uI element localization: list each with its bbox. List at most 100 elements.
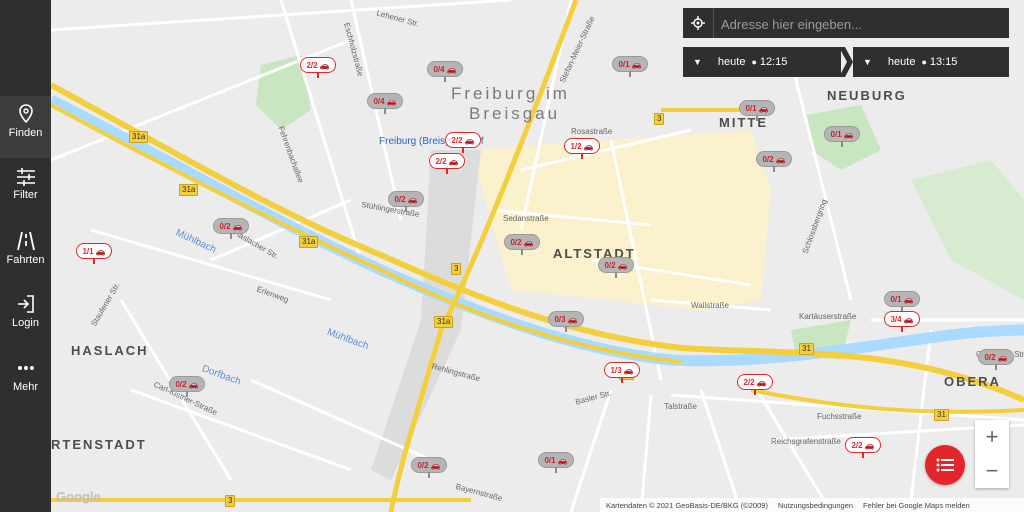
- sidebar-item-finden[interactable]: Finden: [0, 96, 51, 158]
- city-label: Breisgau: [469, 104, 561, 123]
- car-icon: 🚗: [386, 96, 397, 106]
- google-logo: Google: [56, 489, 101, 504]
- login-icon: [17, 295, 34, 313]
- road-shield: 31a: [434, 316, 454, 328]
- clock-icon: ●: [921, 57, 927, 67]
- sidebar-item-label: Fahrten: [6, 254, 45, 266]
- zoom-out-button[interactable]: −: [975, 454, 1009, 488]
- station-pin[interactable]: 1/2 🚗: [564, 138, 600, 159]
- city-label: Freiburg im: [451, 84, 570, 103]
- crosshair-icon: [691, 16, 705, 30]
- district-label: NEUBURG: [827, 88, 907, 103]
- station-pin[interactable]: 0/2 🚗: [411, 457, 447, 478]
- street-label: Talstraße: [664, 402, 697, 411]
- station-pin[interactable]: 0/3 🚗: [548, 311, 584, 332]
- sidebar-item-label: Finden: [8, 127, 43, 139]
- car-icon: 🚗: [843, 129, 854, 139]
- sidebar: Finden Filter Fahrten Login Mehr: [0, 0, 51, 512]
- sidebar-item-filter[interactable]: Filter: [0, 160, 51, 222]
- end-time-select[interactable]: ▼ heute ● 13:15: [853, 47, 1009, 77]
- station-pin[interactable]: 0/2 🚗: [213, 218, 249, 239]
- car-icon: 🚗: [232, 221, 243, 231]
- address-search: [683, 8, 1009, 38]
- car-icon: 🚗: [557, 455, 568, 465]
- car-icon: 🚗: [997, 352, 1008, 362]
- locate-me-button[interactable]: [683, 8, 714, 38]
- chevron-right-icon: [839, 47, 853, 77]
- road-shield: 31: [934, 409, 949, 421]
- list-icon: [936, 458, 954, 472]
- start-time-select[interactable]: ▼ heute ● 12:15: [683, 47, 841, 77]
- road-shield: 31a: [129, 131, 149, 143]
- station-pin[interactable]: 0/4 🚗: [427, 61, 463, 82]
- station-pin[interactable]: 0/2 🚗: [504, 234, 540, 255]
- car-icon: 🚗: [903, 294, 914, 304]
- car-icon: 🚗: [523, 237, 534, 247]
- car-icon: 🚗: [430, 460, 441, 470]
- time-range: ▼ heute ● 12:15 ▼ heute ● 13:15: [683, 47, 1009, 77]
- station-pin[interactable]: 2/2 🚗: [300, 57, 336, 78]
- street-label: Rosastraße: [571, 127, 613, 136]
- street-label: Wallstraße: [691, 301, 729, 310]
- car-icon: 🚗: [188, 379, 199, 389]
- station-pin[interactable]: 0/4 🚗: [367, 93, 403, 114]
- map-attribution: Kartendaten © 2021 GeoBasis-DE/BKG (©200…: [600, 498, 1024, 512]
- station-pin[interactable]: 0/1 🚗: [884, 291, 920, 312]
- terms-link[interactable]: Nutzungsbedingungen: [778, 501, 853, 510]
- map-pin-icon: [18, 104, 33, 124]
- road-shield: 3: [451, 263, 462, 275]
- car-icon: 🚗: [583, 141, 594, 151]
- sidebar-item-fahrten[interactable]: Fahrten: [0, 223, 51, 285]
- station-pin[interactable]: 0/2 🚗: [598, 257, 634, 278]
- station-pin[interactable]: 1/1 🚗: [76, 243, 112, 264]
- list-view-button[interactable]: [925, 445, 965, 485]
- station-pin[interactable]: 2/2 🚗: [429, 153, 465, 174]
- report-error-link[interactable]: Fehler bei Google Maps melden: [863, 501, 970, 510]
- zoom-control: + −: [975, 420, 1009, 488]
- road-shield: 3: [225, 495, 236, 507]
- car-icon: 🚗: [631, 59, 642, 69]
- road-shield: 31a: [299, 236, 319, 248]
- sidebar-item-label: Filter: [13, 189, 38, 201]
- station-pin[interactable]: 0/1 🚗: [739, 100, 775, 121]
- car-icon: 🚗: [617, 260, 628, 270]
- road-icon: [16, 231, 35, 251]
- station-pin[interactable]: 1/3 🚗: [604, 362, 640, 383]
- car-icon: 🚗: [567, 314, 578, 324]
- station-pin[interactable]: 0/2 🚗: [978, 349, 1014, 370]
- sidebar-item-mehr[interactable]: Mehr: [0, 350, 51, 412]
- station-pin[interactable]: 0/1 🚗: [538, 452, 574, 473]
- zoom-in-button[interactable]: +: [975, 420, 1009, 454]
- car-icon: 🚗: [623, 365, 634, 375]
- street-label: Reichsgrafenstraße: [771, 437, 841, 446]
- station-pin[interactable]: 3/4 🚗: [884, 311, 920, 332]
- car-icon: 🚗: [95, 246, 106, 256]
- sidebar-item-label: Mehr: [12, 381, 39, 393]
- station-pin[interactable]: 0/1 🚗: [612, 56, 648, 77]
- car-icon: 🚗: [756, 377, 767, 387]
- search-input[interactable]: [719, 12, 1003, 36]
- map-data-credit: Kartendaten © 2021 GeoBasis-DE/BKG (©200…: [606, 500, 768, 510]
- station-pin[interactable]: 0/2 🚗: [756, 151, 792, 172]
- car-icon: 🚗: [446, 64, 457, 74]
- station-pin[interactable]: 2/2 🚗: [737, 374, 773, 395]
- station-pin[interactable]: 2/2 🚗: [845, 437, 881, 458]
- district-label: HASLACH: [71, 343, 149, 358]
- car-icon: 🚗: [775, 154, 786, 164]
- car-icon: 🚗: [448, 156, 459, 166]
- car-icon: 🚗: [407, 194, 418, 204]
- station-pin[interactable]: 0/2 🚗: [388, 191, 424, 212]
- station-pin[interactable]: 0/1 🚗: [824, 126, 860, 147]
- street-label: Sedanstraße: [503, 214, 549, 223]
- car-icon: 🚗: [758, 103, 769, 113]
- street-label: Fuchsstraße: [817, 412, 862, 421]
- station-pin[interactable]: 2/2 🚗: [445, 132, 481, 153]
- district-label: MITTE: [719, 115, 768, 130]
- more-dots-icon: [17, 366, 34, 370]
- caret-down-icon: ▼: [693, 57, 702, 67]
- car-icon: 🚗: [319, 60, 330, 70]
- sidebar-item-label: Login: [12, 317, 39, 329]
- sidebar-item-login[interactable]: Login: [0, 286, 51, 348]
- station-pin[interactable]: 0/2 🚗: [169, 376, 205, 397]
- road-shield: 3: [654, 113, 665, 125]
